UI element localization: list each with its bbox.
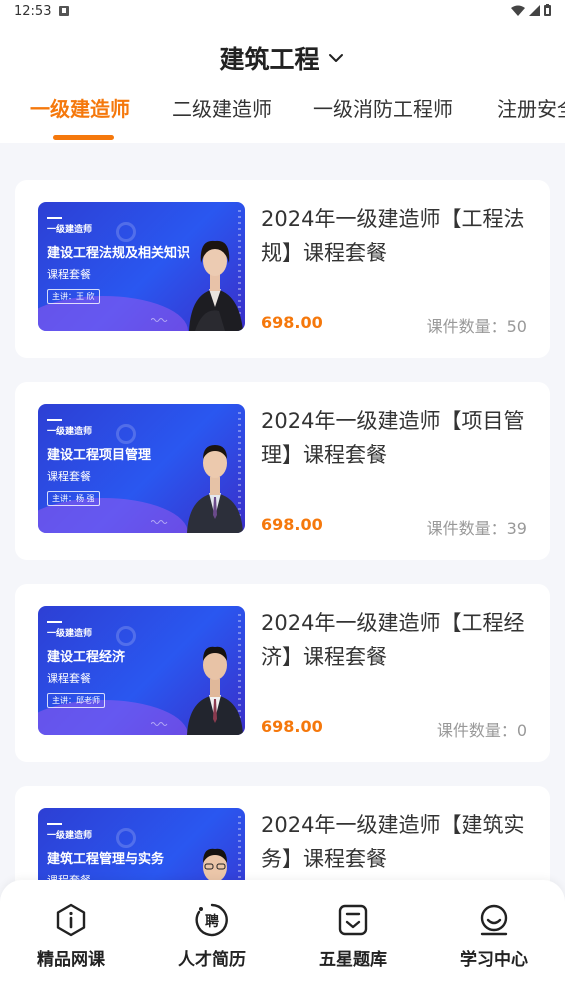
course-price: 698.00 [261,313,323,332]
thumbnail-title: 建设工程经济 [47,650,126,665]
thumbnail-title: 建设工程法规及相关知识 [47,246,191,261]
tab-erji-jianzaoshi[interactable]: 二级建造师 [172,93,272,122]
battery-icon [544,4,551,16]
wifi-icon [511,5,525,16]
thumbnail-package: 课程套餐 [47,470,91,483]
thumbnail-package: 课程套餐 [47,268,91,281]
chevron-down-icon [328,54,343,62]
teacher-photo [189,240,243,331]
teacher-photo [187,646,243,735]
tab-yiji-jianzaoshi[interactable]: 一级建造师 [30,93,130,122]
course-card[interactable]: 一级建造师 建设工程经济 课程套餐 主讲：邱老师 2024年一级建造师【工程经济… [15,584,550,762]
nav-item-jingpin-wangke[interactable]: 精品网课 [16,900,126,980]
active-tab-indicator [53,135,114,140]
question-bank-icon [338,904,368,936]
course-lesson-count: 课件数量：39 [426,519,527,538]
notification-icon [59,6,69,16]
category-selector[interactable]: 建筑工程 [0,38,565,78]
thumbnail-decoration [151,520,168,524]
course-title: 2024年一级建造师【工程经济】课程套餐 [261,611,525,669]
thumbnail-decoration [116,424,136,444]
course-price: 698.00 [261,717,323,736]
category-tabs: 一级建造师 二级建造师 一级消防工程师 注册安全 [0,88,565,143]
course-thumbnail: 一级建造师 建设工程项目管理 课程套餐 主讲：杨 强 [38,404,245,533]
course-title: 2024年一级建造师【建筑实务】课程套餐 [261,813,525,871]
thumbnail-decoration [47,621,62,623]
thumbnail-decoration [151,318,168,322]
status-bar: 12:53 [0,0,565,24]
info-circle-icon [56,903,86,937]
course-title: 2024年一级建造师【工程法规】课程套餐 [261,207,525,265]
thumbnail-lecturer: 主讲：杨 强 [47,491,100,506]
course-thumbnail: 一级建造师 建设工程经济 课程套餐 主讲：邱老师 [38,606,245,735]
hire-badge-icon: 聘 [195,903,228,937]
svg-text:聘: 聘 [205,913,219,930]
thumbnail-decoration [151,722,168,726]
nav-label: 精品网课 [37,950,105,970]
nav-label: 五星题库 [319,950,387,970]
thumbnail-decoration [116,222,136,242]
thumbnail-decoration [116,626,136,646]
thumbnail-series: 一级建造师 [47,225,93,235]
nav-item-wuxing-tiku[interactable]: 五星题库 [298,900,408,980]
nav-label: 学习中心 [460,950,528,970]
tab-zhuce-anquan[interactable]: 注册安全 [497,93,565,122]
thumbnail-series: 一级建造师 [47,831,93,841]
status-time: 12:53 [14,4,52,19]
thumbnail-decoration [116,828,136,848]
thumbnail-decoration [47,823,62,825]
course-thumbnail: 一级建造师 建设工程法规及相关知识 课程套餐 主讲：王 欣 [38,202,245,331]
course-card[interactable]: 一级建造师 建设工程法规及相关知识 课程套餐 主讲：王 欣 2024年一级建造师… [15,180,550,358]
thumbnail-lecturer: 主讲：王 欣 [47,289,100,304]
category-title: 建筑工程 [219,45,320,74]
thumbnail-title: 建设工程项目管理 [47,448,152,463]
teacher-photo [187,445,243,533]
thumbnail-lecturer: 主讲：邱老师 [47,693,105,708]
bottom-navigation: 精品网课 聘 人才简历 五星题库 学习中心 [0,880,565,1004]
course-title: 2024年一级建造师【项目管理】课程套餐 [261,409,525,467]
signal-icon [529,4,540,16]
tab-yiji-xiaofang[interactable]: 一级消防工程师 [313,93,453,122]
status-icons [511,4,551,16]
thumbnail-package: 课程套餐 [47,672,91,685]
nav-label: 人才简历 [178,950,246,970]
course-card[interactable]: 一级建造师 建设工程项目管理 课程套餐 主讲：杨 强 2024年一级建造师【项目… [15,382,550,560]
thumbnail-series: 一级建造师 [47,427,93,437]
thumbnail-decoration [47,217,62,219]
course-lesson-count: 课件数量：0 [436,721,527,740]
user-face-icon [480,904,508,936]
nav-item-xuexi-zhongxin[interactable]: 学习中心 [439,900,549,980]
thumbnail-series: 一级建造师 [47,629,93,639]
thumbnail-title: 建筑工程管理与实务 [47,852,165,867]
thumbnail-decoration [47,419,62,421]
course-lesson-count: 课件数量：50 [426,317,527,336]
header: 建筑工程 一级建造师 二级建造师 一级消防工程师 注册安全 [0,24,565,143]
course-price: 698.00 [261,515,323,534]
nav-item-rencai-jianli[interactable]: 聘 人才简历 [157,900,267,980]
